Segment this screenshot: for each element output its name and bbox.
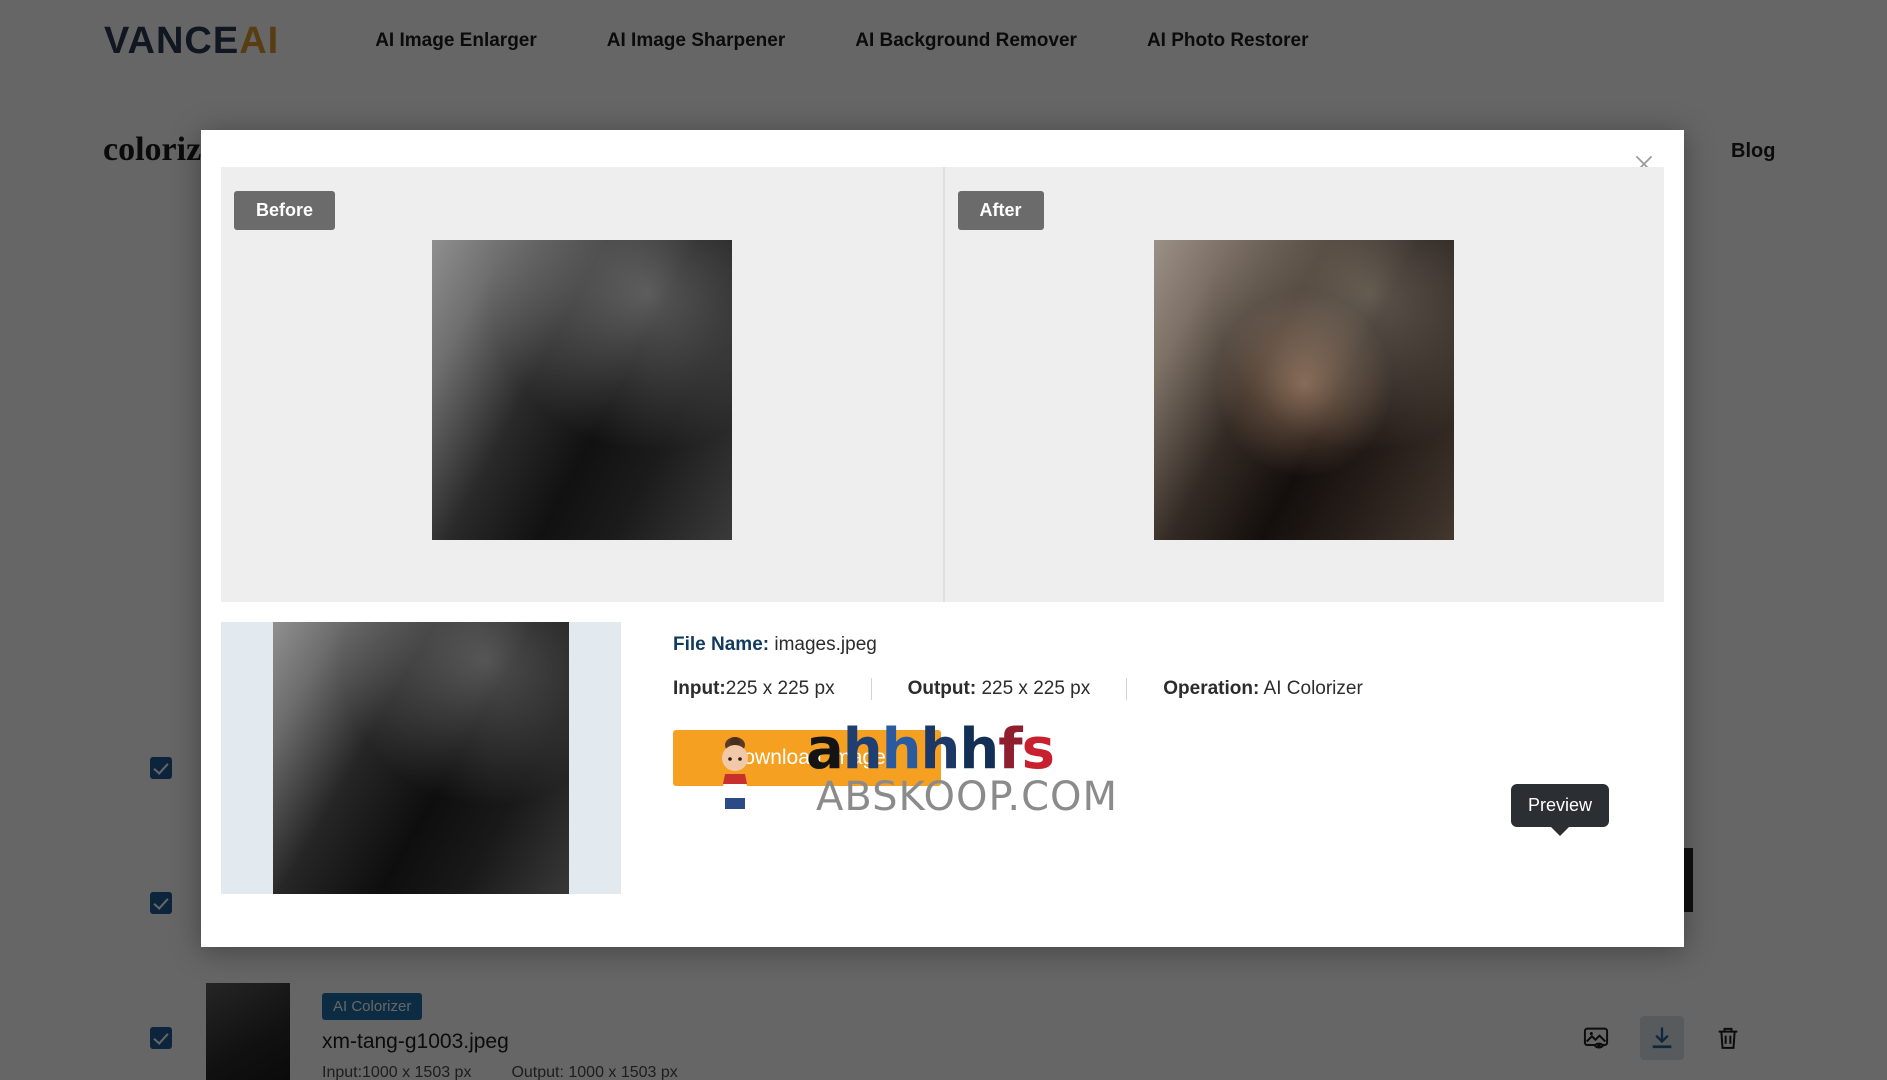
operation-label: Operation:: [1163, 678, 1260, 699]
after-image: [1154, 239, 1455, 540]
file-info-area: File Name: images.jpeg Input:225 x 225 p…: [221, 622, 1664, 922]
download-image-button[interactable]: Download Image: [673, 730, 941, 786]
after-pane: After: [942, 167, 1665, 602]
file-thumbnail[interactable]: [273, 622, 569, 894]
operation-value: AI Colorizer: [1263, 678, 1363, 699]
preview-tooltip-label: Preview: [1511, 784, 1610, 827]
file-name-line: File Name: images.jpeg: [673, 634, 1664, 656]
input-cell: Input:225 x 225 px: [673, 678, 835, 700]
output-label: Output:: [907, 678, 977, 699]
input-value: 225 x 225 px: [725, 678, 835, 699]
output-value: 225 x 225 px: [981, 678, 1091, 699]
preview-modal: Before After File Name: images.jpeg Inpu: [201, 130, 1684, 947]
page-root: VANCEAI AI Image Enlarger AI Image Sharp…: [0, 0, 1887, 1080]
operation-cell: Operation: AI Colorizer: [1163, 678, 1363, 700]
before-image: [431, 239, 732, 540]
file-name-label: File Name:: [673, 634, 770, 655]
input-label: Input:: [673, 678, 726, 699]
preview-tooltip: Preview: [1511, 784, 1610, 836]
after-badge: After: [957, 191, 1044, 230]
file-dimension-row: Input:225 x 225 px Output: 225 x 225 px …: [673, 678, 1664, 700]
divider: [870, 678, 872, 700]
output-cell: Output: 225 x 225 px: [908, 678, 1091, 700]
before-after-compare: Before After: [221, 167, 1664, 602]
file-thumbnail-frame: [221, 622, 621, 894]
before-pane: Before: [221, 167, 943, 602]
preview-tooltip-arrow: [1550, 826, 1571, 836]
divider: [1126, 678, 1128, 700]
before-badge: Before: [234, 191, 336, 230]
file-detail: File Name: images.jpeg Input:225 x 225 p…: [673, 622, 1664, 922]
file-name-value: images.jpeg: [774, 634, 877, 655]
